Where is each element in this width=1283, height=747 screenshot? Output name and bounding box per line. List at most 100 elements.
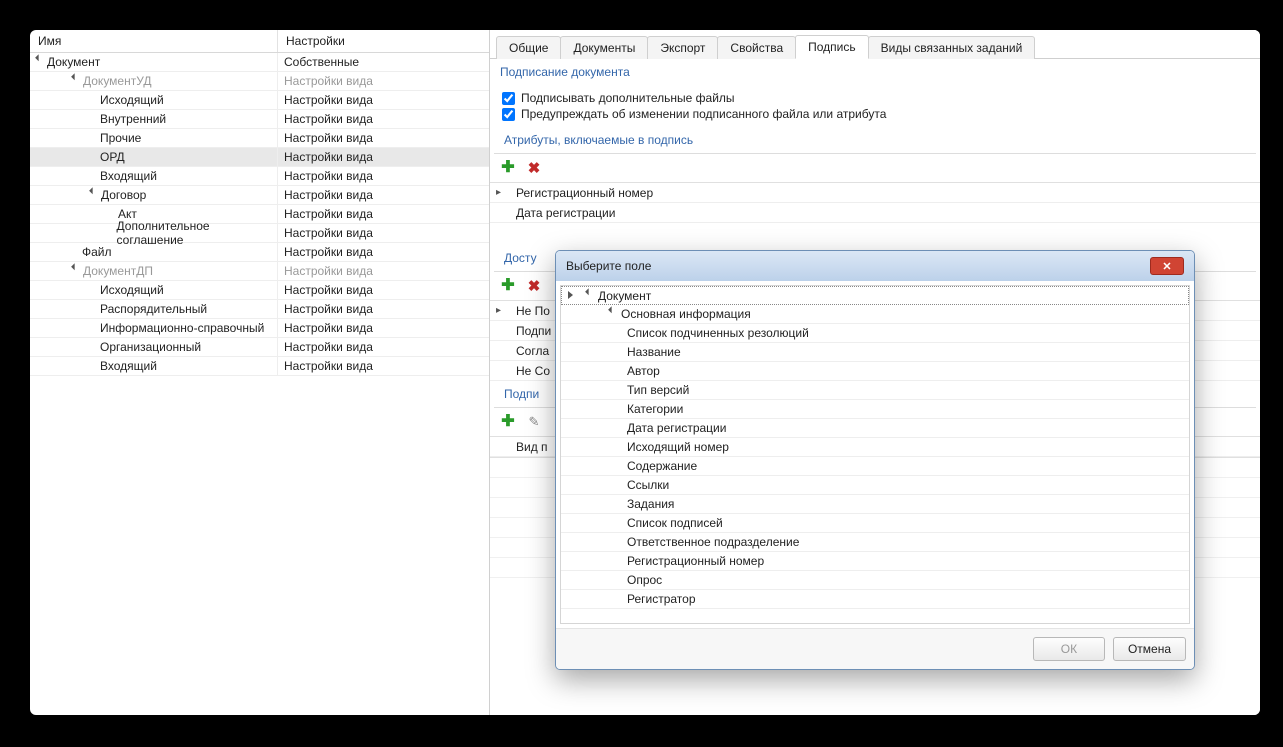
dialog-tree-row[interactable]: Ссылки [561, 476, 1189, 495]
tab-Общие[interactable]: Общие [496, 36, 561, 59]
dialog-tree-label: Автор [627, 364, 660, 378]
remove-attr-button[interactable]: ✖ [524, 158, 544, 178]
tree-node-settings: Настройки вида [278, 226, 489, 240]
dialog-tree-label: Содержание [627, 459, 697, 473]
dialog-tree-row[interactable]: Ответственное подразделение [561, 533, 1189, 552]
dialog-tree-label: Ответственное подразделение [627, 535, 799, 549]
attrs-grid[interactable]: ▸Регистрационный номерДата регистрации [490, 182, 1260, 223]
tree-row[interactable]: ДоговорНастройки вида [30, 186, 489, 205]
chevron-down-icon[interactable] [34, 57, 44, 67]
tab-Свойства[interactable]: Свойства [717, 36, 796, 59]
tree-row[interactable]: ФайлНастройки вида [30, 243, 489, 262]
dialog-tree-row[interactable]: Опрос [561, 571, 1189, 590]
tree-row[interactable]: ДокументДПНастройки вида [30, 262, 489, 281]
chevron-down-icon[interactable] [584, 291, 594, 301]
tree-header-name: Имя [30, 30, 278, 52]
chk-warn-change[interactable]: Предупреждать об изменении подписанного … [502, 107, 1248, 121]
tree-row[interactable]: ДокументУДНастройки вида [30, 72, 489, 91]
tree-row[interactable]: ВходящийНастройки вида [30, 357, 489, 376]
chevron-right-icon[interactable] [568, 291, 578, 301]
dialog-body: Документ Основная информация Список подчин… [556, 281, 1194, 628]
chevron-down-icon[interactable] [88, 190, 98, 200]
tree-node-label: Файл [82, 245, 112, 259]
tab-Документы[interactable]: Документы [560, 36, 648, 59]
remove-avail-button[interactable]: ✖ [524, 276, 544, 296]
dialog-tree[interactable]: Документ Основная информация Список подчин… [560, 285, 1190, 624]
tree-node-label: ДокументУД [83, 74, 151, 88]
tree-node-label: ОРД [100, 150, 125, 164]
add-rule-button[interactable]: ✚ [498, 412, 518, 432]
tab-Экспорт[interactable]: Экспорт [647, 36, 718, 59]
tree-node-settings: Настройки вида [278, 302, 489, 316]
tree-node-settings: Настройки вида [278, 150, 489, 164]
tree-row[interactable]: Дополнительное соглашениеНастройки вида [30, 224, 489, 243]
tree-node-settings: Настройки вида [278, 321, 489, 335]
edit-rule-button[interactable]: ✎ [524, 412, 544, 432]
tree-node-label: Внутренний [100, 112, 166, 126]
grid-cell: Не Со [510, 364, 550, 378]
tree-node-settings: Собственные [278, 55, 489, 69]
tree-row[interactable]: Документ Собственные [30, 53, 489, 72]
dialog-tree-row[interactable]: Исходящий номер [561, 438, 1189, 457]
tree-node-settings: Настройки вида [278, 340, 489, 354]
tree-node-label: Исходящий [100, 93, 164, 107]
chk-sign-additional[interactable]: Подписывать дополнительные файлы [502, 91, 1248, 105]
dialog-tree-row[interactable]: Тип версий [561, 381, 1189, 400]
tree-body[interactable]: ДокументСобственныеДокументУДНастройки в… [30, 53, 489, 715]
row-marker-icon: ▸ [496, 187, 510, 198]
tree-node-settings: Настройки вида [278, 207, 489, 221]
dialog-tree-label: Регистрационный номер [627, 554, 764, 568]
select-field-dialog: Выберите поле ✕ Документ Основная информа… [555, 250, 1195, 670]
tree-node-label: Входящий [100, 169, 157, 183]
chevron-down-icon[interactable] [607, 309, 617, 319]
add-attr-button[interactable]: ✚ [498, 158, 518, 178]
dialog-tree-label: Список подписей [627, 516, 723, 530]
dialog-tree-row[interactable]: Список подчиненных резолюций [561, 324, 1189, 343]
tree-row[interactable]: Организационный Настройки вида [30, 338, 489, 357]
grid-cell: Подпи [510, 324, 551, 338]
dialog-tree-row[interactable]: Категории [561, 400, 1189, 419]
dialog-titlebar[interactable]: Выберите поле ✕ [556, 251, 1194, 281]
tab-Подпись[interactable]: Подпись [795, 35, 869, 59]
dialog-tree-row[interactable]: Содержание [561, 457, 1189, 476]
left-panel: Имя Настройки ДокументСобственныеДокумен… [30, 30, 490, 715]
grid-row[interactable]: Дата регистрации [490, 203, 1260, 223]
tree-row[interactable]: ПрочиеНастройки вида [30, 129, 489, 148]
dialog-close-button[interactable]: ✕ [1150, 257, 1184, 275]
dialog-tree-row[interactable]: Автор [561, 362, 1189, 381]
dialog-tree-row[interactable]: Название [561, 343, 1189, 362]
tree-row[interactable]: ВходящийНастройки вида [30, 167, 489, 186]
tree-row[interactable]: Распорядительный Настройки вида [30, 300, 489, 319]
dialog-tree-label: Тип версий [627, 383, 689, 397]
dialog-tree-label: Документ [598, 289, 651, 303]
grid-row[interactable]: ▸Регистрационный номер [490, 183, 1260, 203]
dialog-tree-row[interactable]: Регистрационный номер [561, 552, 1189, 571]
dialog-tree-label: Основная информация [621, 307, 751, 321]
add-avail-button[interactable]: ✚ [498, 276, 518, 296]
dialog-tree-row[interactable]: Задания [561, 495, 1189, 514]
tree-node-label: Организационный [100, 340, 201, 354]
chevron-down-icon[interactable] [70, 266, 80, 276]
cross-icon: ✖ [528, 279, 541, 294]
tree-node-label: Информационно-справочный [100, 321, 264, 335]
dialog-tree-label: Список подчиненных резолюций [627, 326, 809, 340]
tree-node-label: Распорядительный [100, 302, 207, 316]
tab-Виды связанных заданий[interactable]: Виды связанных заданий [868, 36, 1036, 59]
tree-row[interactable]: ВнутреннийНастройки вида [30, 110, 489, 129]
chk-sign-additional-box[interactable] [502, 92, 515, 105]
tree-row[interactable]: Информационно-справочный Настройки вида [30, 319, 489, 338]
chk-warn-change-box[interactable] [502, 108, 515, 121]
chevron-down-icon[interactable] [70, 76, 80, 86]
dialog-tree-label: Категории [627, 402, 683, 416]
tree-node-label: Документ [47, 55, 100, 69]
ok-button[interactable]: ОК [1033, 637, 1105, 661]
dialog-tree-row[interactable]: Список подписей [561, 514, 1189, 533]
tree-row[interactable]: ИсходящийНастройки вида [30, 281, 489, 300]
dialog-tree-row[interactable]: Дата регистрации [561, 419, 1189, 438]
tree-row[interactable]: ИсходящийНастройки вида [30, 91, 489, 110]
tree-row[interactable]: ОРД Настройки вида [30, 148, 489, 167]
cancel-button[interactable]: Отмена [1113, 637, 1186, 661]
dialog-tree-row[interactable]: Регистратор [561, 590, 1189, 609]
dialog-tree-row[interactable]: Документ [561, 286, 1189, 305]
dialog-tree-row[interactable]: Основная информация [561, 305, 1189, 324]
